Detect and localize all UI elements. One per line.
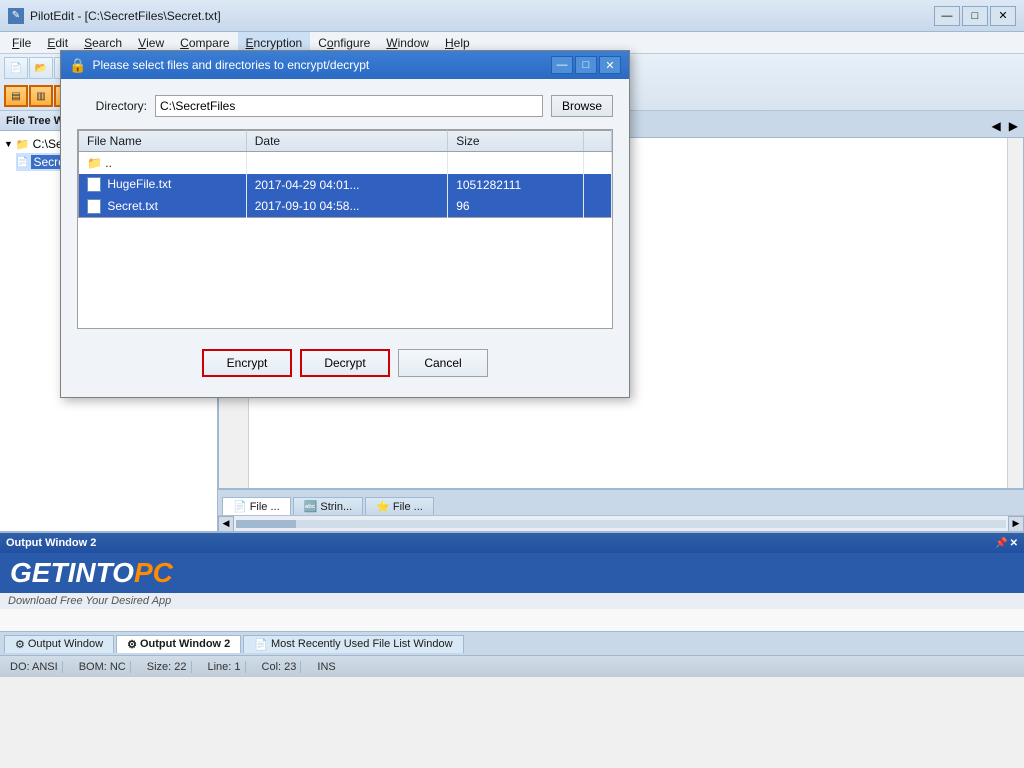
file-extra-cell xyxy=(583,152,611,174)
dialog-actions: Encrypt Decrypt Cancel xyxy=(218,341,613,381)
file-extra-cell xyxy=(583,196,611,218)
table-row[interactable]: 📁 .. xyxy=(218,152,612,174)
dialog-body: Directory: Browse File Name Date Size xyxy=(218,111,629,397)
editor-area: C:\SecretFiles\Secret.txt ◀ ▶ 1 This is … xyxy=(218,111,1024,531)
file-name-cell: HugeFile.txt xyxy=(218,174,246,196)
encrypt-button[interactable]: Encrypt xyxy=(218,349,292,377)
file-name-cell: Secret.txt xyxy=(218,196,246,218)
decrypt-button[interactable]: Decrypt xyxy=(300,349,390,377)
file-date-cell: 2017-09-10 04:58... xyxy=(246,196,447,218)
cancel-button[interactable]: Cancel xyxy=(398,349,488,377)
col-size: Size xyxy=(448,131,584,152)
file-name-cell: 📁 .. xyxy=(218,152,246,174)
file-extra-cell xyxy=(583,174,611,196)
directory-input[interactable] xyxy=(218,111,543,117)
file-size-cell xyxy=(448,152,584,174)
file-date-cell xyxy=(246,152,447,174)
col-date: Date xyxy=(246,131,447,152)
col-extra xyxy=(583,131,611,152)
file-table: File Name Date Size 📁 xyxy=(218,130,612,218)
table-header-row: File Name Date Size xyxy=(218,131,612,152)
directory-row: Directory: Browse xyxy=(218,111,613,117)
dialog-overlay: 🔒 Please select files and directories to… xyxy=(218,111,1024,531)
file-table-body: 📁 .. Huge xyxy=(218,152,612,218)
file-table-header: File Name Date Size xyxy=(218,131,612,152)
file-size-cell: 96 xyxy=(448,196,584,218)
file-date-cell: 2017-04-29 04:01... xyxy=(246,174,447,196)
file-area[interactable]: File Name Date Size 📁 xyxy=(218,129,613,329)
encrypt-dialog: 🔒 Please select files and directories to… xyxy=(218,111,630,398)
table-row[interactable]: HugeFile.txt 2017-04-29 04:01... 1051282… xyxy=(218,174,612,196)
browse-button[interactable]: Browse xyxy=(551,111,613,117)
col-filename: File Name xyxy=(218,131,246,152)
table-row[interactable]: Secret.txt 2017-09-10 04:58... 96 xyxy=(218,196,612,218)
file-size-cell: 1051282111 xyxy=(448,174,584,196)
